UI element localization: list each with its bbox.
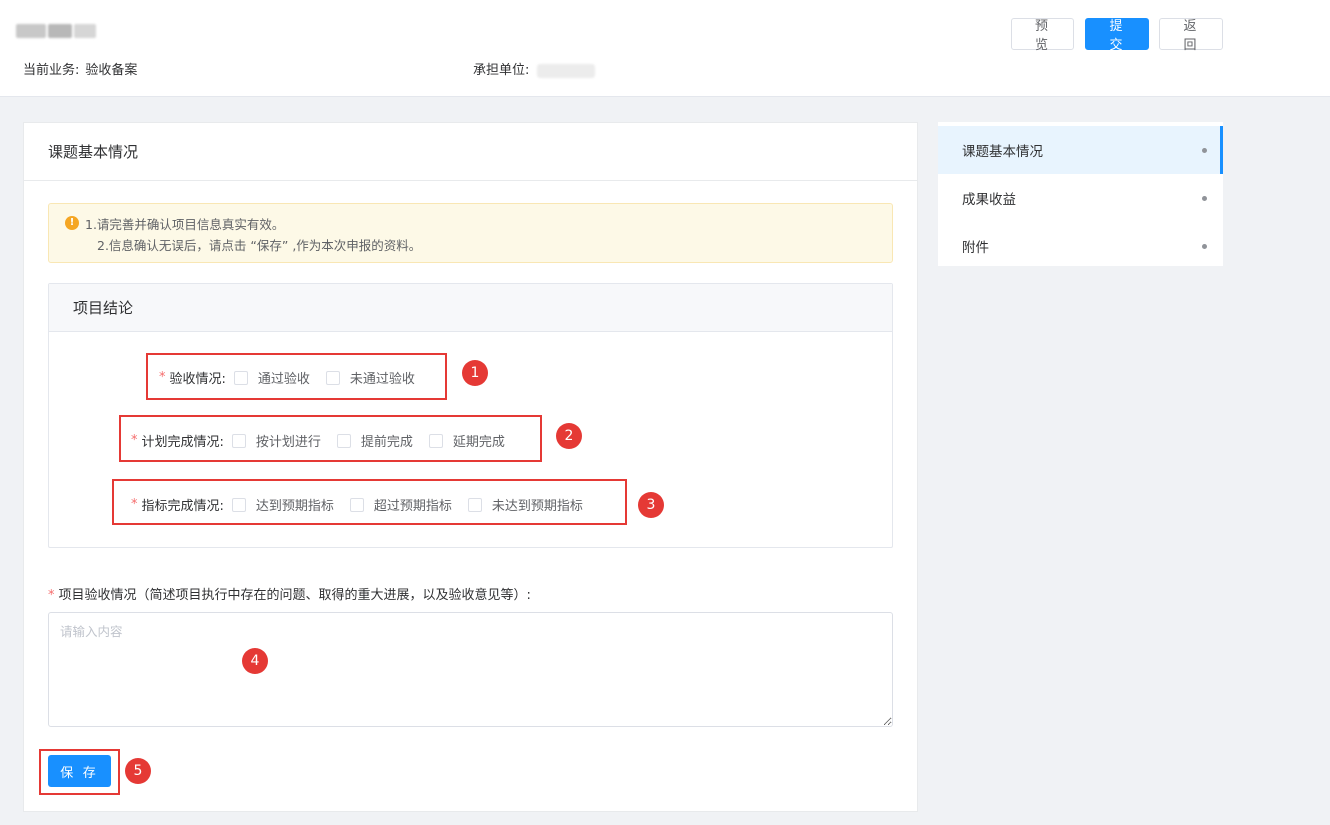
side-nav-label: 附件 [962,240,989,256]
checkbox-not-passed[interactable]: 未通过验收 [325,368,415,387]
business-value: 验收备案 [85,63,138,78]
indicator-completion-row: * 指标完成情况: 达到预期指标 超过预期指标 未达到预期指标 [131,495,599,514]
back-button[interactable]: 返 回 [1159,18,1223,52]
checkbox-box[interactable] [467,497,482,512]
side-nav: 课题基本情况 成果收益 附件 [938,122,1223,266]
side-nav-label: 课题基本情况 [962,144,1043,160]
dot-icon [1202,148,1207,153]
save-button[interactable]: 保 存 [48,755,111,787]
checkbox-delayed[interactable]: 延期完成 [428,431,505,450]
checkbox-box[interactable] [325,370,340,385]
required-mark: * [48,588,55,603]
checkbox-label: 通过验收 [257,372,310,387]
required-mark: * [131,497,138,512]
checkbox-missed-target[interactable]: 未达到预期指标 [467,495,583,514]
checkbox-label: 未达到预期指标 [491,499,583,514]
acceptance-description-textarea[interactable] [48,612,893,727]
top-header: 当前业务: 验收备案 承担单位: 预 览 提 交 返 回 [0,0,1330,97]
dot-icon [1202,244,1207,249]
submit-button[interactable]: 提 交 [1085,18,1149,52]
section-title: 项目结论 [49,284,892,332]
plan-completion-row: * 计划完成情况: 按计划进行 提前完成 延期完成 [131,431,521,450]
checkbox-label: 未通过验收 [349,372,415,387]
checkbox-label: 超过预期指标 [373,499,452,514]
checkbox-box[interactable] [233,370,248,385]
required-mark: * [131,433,138,448]
checkbox-label: 按计划进行 [255,435,321,450]
required-mark: * [159,370,166,385]
field-label: 指标完成情况: [141,499,224,514]
side-nav-item-results[interactable]: 成果收益 [938,174,1223,222]
warning-icon: ! [65,216,79,230]
checkbox-passed[interactable]: 通过验收 [233,368,310,387]
preview-button[interactable]: 预 览 [1011,18,1074,52]
unit-label: 承担单位: [473,63,530,78]
annotation-badge-3: 3 [638,492,664,518]
side-nav-label: 成果收益 [962,192,1016,208]
undertaking-unit: 承担单位: [473,59,596,78]
acceptance-description-label: * 项目验收情况（简述项目执行中存在的问题、取得的重大进展，以及验收意见等）: [48,584,531,603]
side-nav-item-basic-info[interactable]: 课题基本情况 [938,126,1223,174]
checkbox-box[interactable] [336,433,351,448]
checkbox-label: 延期完成 [452,435,505,450]
field-label: 验收情况: [169,372,226,387]
textarea-label-text: 项目验收情况（简述项目执行中存在的问题、取得的重大进展，以及验收意见等）: [58,588,531,603]
checkbox-box[interactable] [428,433,443,448]
checkbox-label: 提前完成 [360,435,413,450]
checkbox-ahead[interactable]: 提前完成 [336,431,413,450]
acceptance-status-row: * 验收情况: 通过验收 未通过验收 [159,368,431,387]
annotation-badge-2: 2 [556,423,582,449]
side-nav-item-attachments[interactable]: 附件 [938,222,1223,270]
unit-value-blurred [537,63,596,78]
notice-line-2: 2.信息确认无误后，请点击 “保存” ,作为本次申报的资料。 [97,238,422,253]
checkbox-label: 达到预期指标 [255,499,334,514]
checkbox-on-schedule[interactable]: 按计划进行 [231,431,321,450]
card-title: 课题基本情况 [24,123,917,181]
checkbox-box[interactable] [349,497,364,512]
business-label: 当前业务: [23,63,80,78]
field-label: 计划完成情况: [141,435,224,450]
checkbox-met-target[interactable]: 达到预期指标 [231,495,334,514]
current-business: 当前业务: 验收备案 [23,59,137,78]
notice-box: ! 1.请完善并确认项目信息真实有效。 2.信息确认无误后，请点击 “保存” ,… [48,203,893,263]
checkbox-box[interactable] [231,433,246,448]
notice-line-1: 1.请完善并确认项目信息真实有效。 [85,217,285,232]
annotation-badge-4: 4 [242,648,268,674]
logo-blurred [16,18,104,44]
checkbox-exceeded-target[interactable]: 超过预期指标 [349,495,452,514]
dot-icon [1202,196,1207,201]
checkbox-box[interactable] [231,497,246,512]
annotation-badge-5: 5 [125,758,151,784]
annotation-badge-1: 1 [462,360,488,386]
main-card: 课题基本情况 ! 1.请完善并确认项目信息真实有效。 2.信息确认无误后，请点击… [23,122,918,812]
